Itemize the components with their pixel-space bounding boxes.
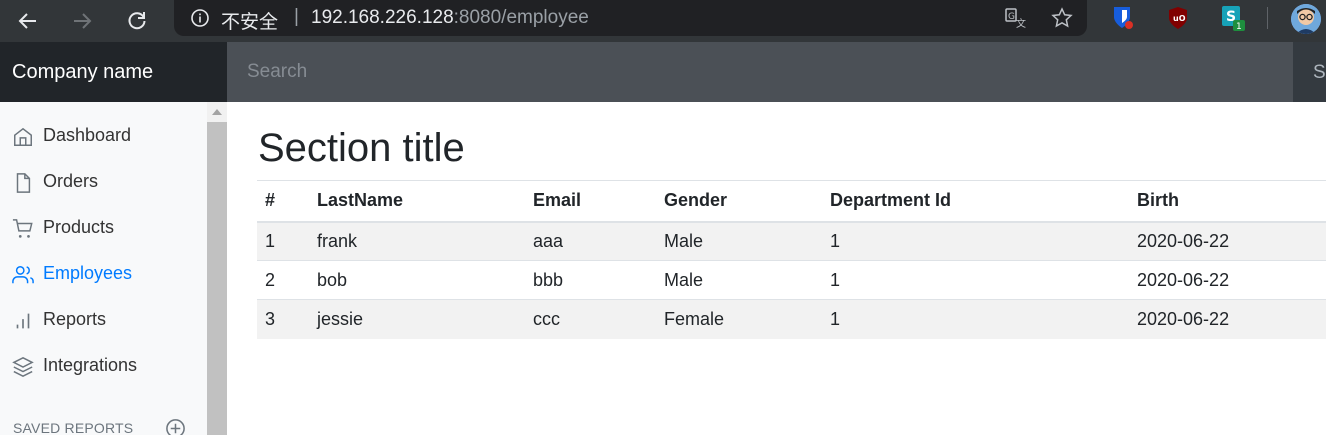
reload-icon: [128, 12, 146, 30]
page-title: Section title: [258, 126, 465, 170]
bookmark-star-icon[interactable]: [1050, 6, 1074, 30]
sidebar-item-products[interactable]: Products: [0, 208, 207, 248]
table-cell: 3: [257, 299, 309, 339]
chevron-up-icon: [212, 109, 222, 115]
shopping-cart-icon: [12, 219, 33, 238]
browser-toolbar: 不安全 | 192.168.226.128:8080/employee G文 u…: [0, 0, 1326, 42]
plus-circle-icon[interactable]: [165, 418, 186, 435]
table-cell: 1: [822, 221, 1129, 261]
column-header: Department Id: [822, 180, 1129, 223]
sidebar-scrollbar[interactable]: [207, 102, 227, 435]
table-cell: aaa: [525, 221, 656, 261]
brand-link[interactable]: Company name: [0, 42, 227, 102]
sidebar-item-label: Orders: [43, 171, 99, 191]
table-cell: 1: [822, 260, 1129, 300]
sidebar-item-reports[interactable]: Reports: [0, 300, 207, 340]
sidebar: Dashboard Orders Products Employees Repo…: [0, 102, 207, 435]
info-icon[interactable]: [190, 8, 210, 28]
profile-avatar[interactable]: [1291, 4, 1321, 34]
employee-table: # LastName Email Gender Department Id Bi…: [257, 180, 1326, 339]
table-cell: Male: [656, 260, 822, 300]
users-icon: [12, 266, 34, 284]
table-row: 1 frank aaa Male 1 2020-06-22: [257, 221, 1326, 261]
column-header: LastName: [309, 180, 525, 223]
sidebar-item-orders[interactable]: Orders: [0, 162, 207, 202]
table-cell: 2020-06-22: [1129, 221, 1326, 261]
sidebar-item-label: Employees: [43, 263, 133, 283]
svg-text:G: G: [1008, 12, 1015, 22]
bitwarden-icon[interactable]: [1110, 5, 1134, 31]
column-header: Email: [525, 180, 656, 223]
table-cell: 2: [257, 260, 309, 300]
sidebar-item-dashboard[interactable]: Dashboard: [0, 116, 207, 156]
table-row: 3 jessie ccc Female 1 2020-06-22: [257, 299, 1326, 339]
table-cell: Female: [656, 299, 822, 339]
arrow-left-icon: [18, 13, 36, 29]
security-status[interactable]: 不安全: [221, 7, 278, 34]
column-header: Gender: [656, 180, 822, 223]
forward-button[interactable]: [65, 4, 99, 38]
table-cell: ccc: [525, 299, 656, 339]
home-icon: [14, 127, 32, 146]
table-cell: frank: [309, 221, 525, 261]
main-content: Section title # LastName Email Gender De…: [227, 102, 1326, 435]
sidebar-item-label: Dashboard: [43, 125, 132, 145]
address-bar[interactable]: 不安全 | 192.168.226.128:8080/employee G文: [174, 0, 1087, 36]
url-path: :8080/employee: [453, 7, 589, 28]
table-cell: 1: [257, 221, 309, 261]
sidebar-item-employees[interactable]: Employees: [0, 254, 207, 294]
table-cell: 1: [822, 299, 1129, 339]
table-header-row: # LastName Email Gender Department Id Bi…: [257, 180, 1326, 223]
search-input[interactable]: [227, 42, 1293, 102]
sidebar-item-label: Products: [43, 217, 115, 237]
user-avatar-icon: [1291, 4, 1321, 34]
sidebar-item-label: Reports: [43, 309, 107, 329]
table-cell: bbb: [525, 260, 656, 300]
sign-out-link[interactable]: Sign out: [1293, 42, 1326, 102]
sidebar-item-label: Integrations: [43, 355, 138, 375]
back-button[interactable]: [11, 4, 45, 38]
toolbar-divider: [1267, 7, 1268, 29]
sidebar-item-integrations[interactable]: Integrations: [0, 346, 207, 386]
svg-text:文: 文: [1016, 17, 1026, 30]
layers-icon: [12, 357, 34, 377]
table-row: 2 bob bbb Male 1 2020-06-22: [257, 260, 1326, 300]
address-separator: |: [294, 6, 299, 27]
search-container: [227, 42, 1293, 102]
url-host: 192.168.226.128: [311, 7, 454, 28]
table-cell: bob: [309, 260, 525, 300]
svg-text:uO: uO: [1173, 14, 1186, 23]
file-icon: [16, 173, 31, 193]
table-cell: 2020-06-22: [1129, 260, 1326, 300]
table-cell: 2020-06-22: [1129, 299, 1326, 339]
top-navbar: Company name Sign out: [0, 42, 1326, 102]
ublock-icon[interactable]: uO: [1166, 5, 1190, 31]
extension-badge-count: 1: [1236, 22, 1242, 31]
table-cell: jessie: [309, 299, 525, 339]
s-extension-icon[interactable]: S1: [1221, 5, 1245, 31]
column-header: Birth: [1129, 180, 1326, 223]
table-cell: Male: [656, 221, 822, 261]
saved-reports-heading: SAVED REPORTS: [13, 420, 134, 435]
reload-button[interactable]: [120, 4, 154, 38]
url-text[interactable]: 192.168.226.128:8080/employee: [311, 7, 589, 29]
translate-icon[interactable]: G文: [1004, 6, 1028, 30]
column-header: #: [257, 180, 309, 223]
bar-chart-icon: [16, 313, 30, 329]
arrow-right-icon: [74, 13, 92, 29]
scroll-up-button[interactable]: [207, 102, 227, 122]
